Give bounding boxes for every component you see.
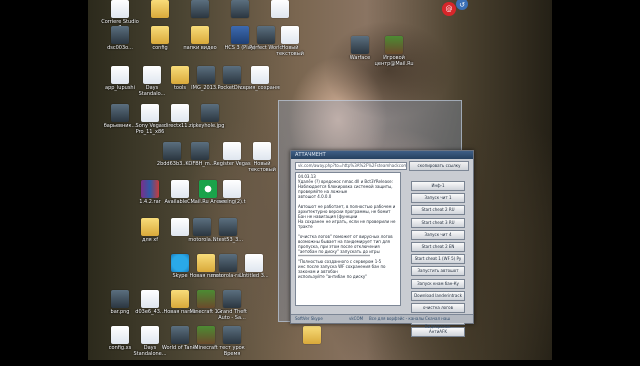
desktop-icon-label: dsc003o... (107, 45, 133, 51)
desktop-icon-label: Новый текстовый (276, 45, 304, 57)
mc-icon (385, 36, 403, 54)
action-button[interactable]: Start cheat 2 RU (411, 205, 465, 216)
window-footer: SoftVer Skype vkCOM Все для ворфэйс - ка… (291, 314, 473, 329)
footer-right-link[interactable]: Скачал наш Видеоролик (425, 315, 473, 331)
folder-icon (151, 0, 169, 18)
folder-icon (303, 326, 321, 344)
action-button[interactable]: Запуск чит 1 (411, 193, 465, 204)
img-icon (223, 326, 241, 344)
folder-icon (191, 26, 209, 44)
folder-icon (141, 218, 159, 236)
img-icon (223, 290, 241, 308)
desktop-icon[interactable]: серия_сохраняя (240, 66, 280, 106)
window-title: АТТАЧМЕНТ (291, 151, 473, 159)
img-icon (231, 0, 249, 18)
desktop-icon[interactable]: Untitled 3... (234, 254, 274, 294)
mail-agent-icon[interactable]: @ (442, 2, 456, 16)
doc-icon (111, 0, 129, 18)
img-icon (111, 26, 129, 44)
desktop-icon[interactable]: Игровой центр@Mail.Ru (374, 36, 414, 76)
img-icon (191, 0, 209, 18)
doc-icon (141, 290, 159, 308)
desktop-icon-label: keyhole.jpg (195, 123, 225, 129)
footer-vk-link[interactable]: vkCOM (349, 315, 363, 323)
doc-icon (253, 142, 271, 160)
doc-icon (271, 0, 289, 18)
desktop-icon-label: Grand Theft Auto - Sa... (217, 309, 247, 321)
action-button[interactable]: Инф-1 (411, 181, 465, 191)
doc-icon (251, 66, 269, 84)
desktop-icon-label: config (152, 45, 168, 51)
cheat-launcher-window: АТТАЧМЕНТ vk.com/away.php?to=http%3A%2F%… (290, 150, 474, 338)
doc-icon (143, 66, 161, 84)
desktop-icon-label: Игровой центр@Mail.Ru (374, 55, 414, 67)
desktop-icon-label: Новый текстовый (248, 161, 276, 173)
footer-left-link[interactable]: SoftVer Skype (295, 315, 323, 323)
doc-icon (111, 66, 129, 84)
action-button[interactable]: очистка логов (411, 302, 465, 313)
desktop-icon-label: серия_сохраняя (240, 85, 280, 91)
img-icon (163, 142, 181, 160)
desktop-icon[interactable] (292, 326, 332, 366)
doc-icon (223, 180, 241, 198)
img-icon (111, 104, 129, 122)
desktop-icon[interactable]: папки видео (180, 26, 220, 66)
desktop-icon[interactable]: Ntest53_3... (208, 218, 248, 258)
desktop-icon[interactable]: Новый текстовый (242, 142, 282, 182)
desktop-icon[interactable]: тест урок Время (212, 326, 252, 366)
action-button[interactable]: Start cheat 1 (WF 5) Ру (411, 254, 465, 265)
footer-channels-link[interactable]: Все для ворфэйс - каналы (369, 315, 424, 323)
rar-icon (141, 180, 159, 198)
desktop-icon[interactable]: config (140, 26, 180, 66)
desktop-icon[interactable]: dsc003o... (100, 26, 140, 66)
desktop-icon-label: папки видео (183, 45, 217, 51)
action-button[interactable]: Запуск кнам бан-Ку (411, 278, 465, 289)
img-icon (201, 104, 219, 122)
folder-icon (151, 26, 169, 44)
doc-icon (223, 142, 241, 160)
doc-icon (111, 326, 129, 344)
doc-icon (171, 180, 189, 198)
doc-icon (171, 104, 189, 122)
desktop-icon-label: тест урок Время (219, 345, 245, 357)
info-text-line: используйте "антибан по диску" (298, 274, 368, 279)
desktop-icon[interactable]: keyhole.jpg (190, 104, 230, 144)
desktop-icon[interactable]: Grand Theft Auto - Sa... (212, 290, 252, 330)
img-icon (223, 66, 241, 84)
action-button[interactable]: Start cheat 3 RU (411, 217, 465, 228)
info-textbox[interactable]: 04.03.13 Удалён (?) вредонос nmac.dll и B… (295, 172, 401, 306)
img-icon (219, 218, 237, 236)
action-button[interactable]: Запустить автошот (411, 266, 465, 277)
img-icon (191, 142, 209, 160)
doc-icon (141, 104, 159, 122)
copy-link-button[interactable]: скопировать ссылку (409, 161, 469, 171)
desktop-icon[interactable]: seeing(2).t (212, 180, 252, 220)
action-button[interactable]: Start cheat 2 EN (411, 241, 465, 252)
doc-icon (245, 254, 263, 272)
desktop-icon-label: Ntest53_3... (212, 237, 244, 243)
img-icon (111, 290, 129, 308)
desktop-icon[interactable]: Новый текстовый (270, 26, 310, 66)
desktop-icon-label: seeing(2).t (218, 199, 246, 205)
action-button[interactable]: Запуск чит 4 (411, 229, 465, 240)
url-field[interactable]: vk.com/away.php?to=http%3A%2F%2Fsteamhac… (295, 162, 407, 170)
info-text-line: На сохранен не играть, если не проверили… (298, 219, 396, 224)
desktop-icon-label: Untitled 3... (239, 273, 269, 279)
img-icon (351, 36, 369, 54)
doc-icon (141, 326, 159, 344)
action-button[interactable]: Download Ianderintrack (411, 290, 465, 301)
doc-icon (281, 26, 299, 44)
